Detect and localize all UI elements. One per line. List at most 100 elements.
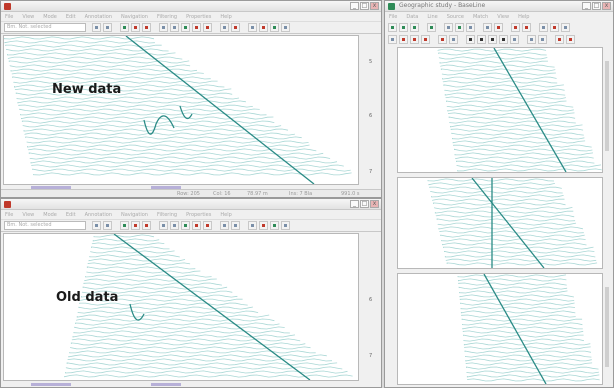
menu-edit[interactable]: Edit bbox=[66, 14, 76, 20]
toolbar-button[interactable] bbox=[259, 23, 268, 32]
maximize-icon[interactable]: □ bbox=[592, 2, 601, 10]
toolbar-button[interactable] bbox=[270, 23, 279, 32]
toolbar-button[interactable] bbox=[510, 35, 519, 44]
toolbar-button[interactable] bbox=[231, 23, 240, 32]
toolbar-button[interactable] bbox=[410, 35, 419, 44]
maximize-icon[interactable]: □ bbox=[360, 2, 369, 10]
menu-help[interactable]: Help bbox=[518, 14, 529, 20]
close-icon[interactable]: x bbox=[602, 2, 611, 10]
baseline-panel-middle[interactable] bbox=[397, 177, 603, 269]
toolbar-button[interactable] bbox=[281, 221, 290, 230]
toolbar-button[interactable] bbox=[550, 23, 559, 32]
menu-view[interactable]: View bbox=[22, 14, 34, 20]
menu-annotation[interactable]: Annotation bbox=[85, 14, 112, 20]
menu-mode[interactable]: Mode bbox=[43, 212, 57, 218]
toolbar-button[interactable] bbox=[142, 221, 151, 230]
toolbar-button[interactable] bbox=[170, 23, 179, 32]
menu-match[interactable]: Match bbox=[473, 14, 488, 20]
toolbar-button[interactable] bbox=[92, 23, 101, 32]
toolbar-button[interactable] bbox=[142, 23, 151, 32]
toolbar-button[interactable] bbox=[203, 23, 212, 32]
toolbar-button[interactable] bbox=[399, 35, 408, 44]
toolbar-button[interactable] bbox=[555, 35, 564, 44]
toolbar-button[interactable] bbox=[466, 23, 475, 32]
toolbar-button[interactable] bbox=[131, 221, 140, 230]
toolbar-button[interactable] bbox=[231, 221, 240, 230]
toolbar-button[interactable] bbox=[538, 35, 547, 44]
menu-help[interactable]: Help bbox=[220, 212, 231, 218]
toolbar-button[interactable] bbox=[170, 221, 179, 230]
vertical-scrollbar[interactable] bbox=[605, 61, 609, 151]
toolbar-button[interactable] bbox=[455, 23, 464, 32]
toolbar-button[interactable] bbox=[444, 23, 453, 32]
toolbar-button[interactable] bbox=[220, 221, 229, 230]
toolbar-button[interactable] bbox=[248, 23, 257, 32]
baseline-panel-top[interactable] bbox=[397, 47, 603, 173]
menu-help[interactable]: Help bbox=[220, 14, 231, 20]
toolbar-button[interactable] bbox=[421, 35, 430, 44]
minimize-icon[interactable]: _ bbox=[582, 2, 591, 10]
menu-data[interactable]: Data bbox=[406, 14, 418, 20]
toolbar-button[interactable] bbox=[259, 221, 268, 230]
menu-filtering[interactable]: Filtering bbox=[157, 212, 177, 218]
menu-navigation[interactable]: Navigation bbox=[121, 212, 148, 218]
toolbar-button[interactable] bbox=[159, 23, 168, 32]
toolbar-button[interactable] bbox=[192, 221, 201, 230]
menu-file[interactable]: File bbox=[5, 212, 13, 218]
selection-combo[interactable]: Bm. Not. selected bbox=[4, 221, 86, 230]
scroll-indicator[interactable] bbox=[31, 383, 71, 386]
menu-view[interactable]: View bbox=[497, 14, 509, 20]
toolbar-button[interactable] bbox=[120, 221, 129, 230]
toolbar-button[interactable] bbox=[192, 23, 201, 32]
toolbar-button[interactable] bbox=[181, 23, 190, 32]
new-data-radargram[interactable]: New data bbox=[3, 35, 359, 185]
toolbar-button[interactable] bbox=[438, 35, 447, 44]
toolbar-button[interactable] bbox=[388, 35, 397, 44]
toolbar-button[interactable] bbox=[499, 35, 508, 44]
toolbar-button[interactable] bbox=[488, 35, 497, 44]
menu-mode[interactable]: Mode bbox=[43, 14, 57, 20]
menu-properties[interactable]: Properties bbox=[186, 212, 211, 218]
menu-line[interactable]: Line bbox=[427, 14, 437, 20]
toolbar-button[interactable] bbox=[511, 23, 520, 32]
menu-properties[interactable]: Properties bbox=[186, 14, 211, 20]
toolbar-button[interactable] bbox=[410, 23, 419, 32]
toolbar-button[interactable] bbox=[181, 221, 190, 230]
toolbar-button[interactable] bbox=[159, 221, 168, 230]
toolbar-button[interactable] bbox=[427, 23, 436, 32]
menu-filtering[interactable]: Filtering bbox=[157, 14, 177, 20]
menu-source[interactable]: Source bbox=[447, 14, 464, 20]
menu-annotation[interactable]: Annotation bbox=[85, 212, 112, 218]
toolbar-button[interactable] bbox=[466, 35, 475, 44]
scroll-indicator[interactable] bbox=[151, 383, 181, 386]
toolbar-button[interactable] bbox=[477, 35, 486, 44]
toolbar-button[interactable] bbox=[566, 35, 575, 44]
toolbar-button[interactable] bbox=[561, 23, 570, 32]
minimize-icon[interactable]: _ bbox=[350, 2, 359, 10]
toolbar-button[interactable] bbox=[220, 23, 229, 32]
close-icon[interactable]: x bbox=[370, 200, 379, 208]
baseline-panel-bottom[interactable] bbox=[397, 273, 603, 385]
toolbar-button[interactable] bbox=[483, 23, 492, 32]
toolbar-button[interactable] bbox=[248, 221, 257, 230]
menu-navigation[interactable]: Navigation bbox=[121, 14, 148, 20]
toolbar-button[interactable] bbox=[494, 23, 503, 32]
toolbar-button[interactable] bbox=[388, 23, 397, 32]
toolbar-button[interactable] bbox=[527, 35, 536, 44]
menu-edit[interactable]: Edit bbox=[66, 212, 76, 218]
close-icon[interactable]: x bbox=[370, 2, 379, 10]
menu-file[interactable]: File bbox=[5, 14, 13, 20]
toolbar-button[interactable] bbox=[120, 23, 129, 32]
toolbar-button[interactable] bbox=[92, 221, 101, 230]
toolbar-button[interactable] bbox=[203, 221, 212, 230]
toolbar-button[interactable] bbox=[131, 23, 140, 32]
minimize-icon[interactable]: _ bbox=[350, 200, 359, 208]
selection-combo[interactable]: Bm. Not. selected bbox=[4, 23, 86, 32]
toolbar-button[interactable] bbox=[449, 35, 458, 44]
maximize-icon[interactable]: □ bbox=[360, 200, 369, 208]
toolbar-button[interactable] bbox=[522, 23, 531, 32]
old-data-radargram[interactable]: Old data bbox=[3, 233, 359, 381]
toolbar-button[interactable] bbox=[281, 23, 290, 32]
vertical-scrollbar[interactable] bbox=[605, 287, 609, 367]
menu-file[interactable]: File bbox=[389, 14, 397, 20]
